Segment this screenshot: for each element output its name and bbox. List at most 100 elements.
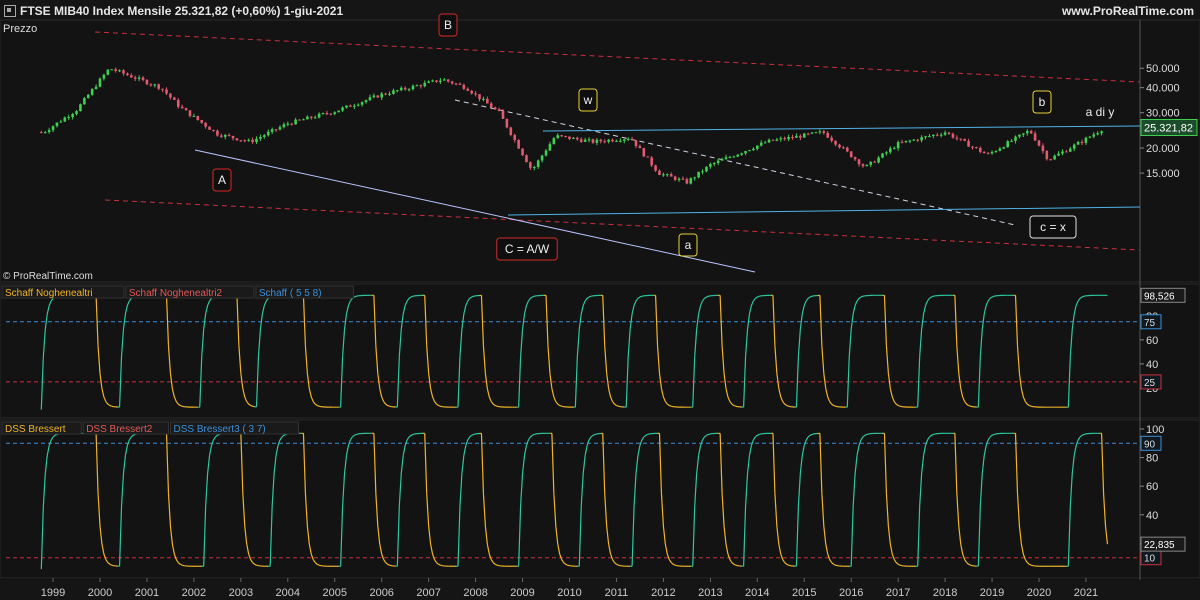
candle-body — [1100, 131, 1103, 134]
x-tick-label: 2011 — [605, 587, 629, 599]
candle-body — [779, 138, 783, 140]
annotation-label: c = x — [1040, 220, 1066, 234]
osc-segment — [647, 433, 650, 435]
candle-body — [1053, 155, 1056, 160]
x-tick-label: 2005 — [323, 587, 347, 599]
candle-body — [971, 146, 974, 148]
x-tick-label: 2012 — [651, 587, 675, 599]
candle-body — [658, 170, 661, 175]
candle-body — [321, 113, 325, 115]
osc-segment — [534, 433, 537, 435]
candle-body — [564, 135, 567, 137]
osc-y-tick-label: 40 — [1146, 510, 1158, 522]
candle-body — [677, 178, 681, 180]
x-tick-label: 2002 — [182, 587, 206, 599]
x-tick-label: 2003 — [229, 587, 253, 599]
candle-body — [396, 90, 399, 92]
candle-body — [834, 140, 837, 145]
osc-segment — [672, 563, 676, 566]
candle-body — [282, 124, 286, 128]
candle-body — [419, 85, 423, 87]
osc-level-label: 25 — [1144, 378, 1156, 389]
y-tick-label: 20.000 — [1146, 143, 1180, 155]
osc-segment — [594, 433, 598, 435]
candle-body — [709, 164, 712, 167]
candle-body — [900, 142, 904, 144]
osc-segment — [931, 433, 934, 436]
candle-body — [666, 174, 669, 176]
candle-body — [544, 150, 548, 156]
candle-body — [959, 138, 963, 140]
candle-body — [71, 114, 74, 117]
candle-body — [306, 116, 309, 120]
osc-segment — [494, 404, 498, 407]
osc-segment — [532, 433, 535, 436]
candle-body — [431, 80, 434, 82]
candle-body — [693, 177, 696, 179]
candle-body — [799, 135, 802, 138]
candle-body — [263, 135, 266, 137]
chart-canvas[interactable]: 1999 2000 2001 2002 2003 2004 2005 2006 2007 2008… — [0, 0, 1200, 600]
candle-body — [806, 133, 810, 135]
candle-body — [587, 139, 591, 141]
candle-body — [290, 123, 294, 125]
candle-body — [720, 159, 724, 161]
osc-segment — [811, 433, 815, 435]
candle-body — [830, 137, 833, 141]
candle-body — [298, 119, 301, 121]
candle-body — [133, 77, 137, 79]
candle-body — [55, 122, 59, 127]
candle-body — [165, 89, 168, 94]
candle-body — [576, 137, 579, 140]
x-tick-label: 1999 — [41, 587, 65, 599]
candle-body — [235, 138, 239, 141]
osc-segment — [809, 295, 813, 298]
osc-segment — [438, 563, 441, 566]
x-tick-label: 2001 — [135, 587, 159, 599]
candle-body — [470, 90, 473, 94]
candle-body — [748, 150, 751, 152]
candle-body — [360, 102, 364, 105]
y-tick-label: 40.000 — [1146, 83, 1180, 95]
candle-body — [102, 74, 106, 79]
candle-body — [294, 119, 297, 125]
candle-body — [247, 139, 250, 141]
candle-body — [943, 132, 947, 135]
osc-segment — [109, 404, 112, 407]
osc-segment — [833, 563, 836, 566]
osc-segment — [786, 563, 789, 566]
candle-body — [43, 132, 47, 134]
osc-legend-label: DSS Bressert3 ( 3 7) — [174, 424, 266, 435]
candle-body — [286, 123, 290, 125]
candle-body — [40, 132, 43, 134]
osc-segment — [1083, 433, 1087, 435]
x-tick-label: 2021 — [1074, 587, 1098, 599]
candle-body — [192, 115, 196, 117]
osc-segment — [354, 295, 357, 298]
osc-legend-label: Schaff Noghenealtri2 — [129, 288, 223, 299]
osc-last-value: 98,526 — [1144, 291, 1175, 302]
osc-y-tick-label: 100 — [1146, 424, 1164, 436]
candle-body — [337, 110, 340, 113]
candle-body — [376, 95, 380, 98]
candle-body — [1076, 141, 1080, 145]
candle-body — [982, 151, 986, 154]
candle-body — [591, 139, 595, 143]
osc-level-label: 75 — [1144, 318, 1156, 329]
annotation-label: a di y — [1086, 105, 1115, 119]
osc-segment — [438, 404, 441, 407]
candle-body — [219, 135, 223, 137]
candle-body — [920, 137, 923, 141]
osc-segment — [786, 404, 789, 407]
candle-body — [118, 70, 121, 72]
candle-body — [450, 81, 454, 84]
osc-segment — [592, 433, 596, 436]
candle-body — [697, 171, 700, 178]
osc-segment — [991, 433, 995, 436]
candle-body — [908, 140, 912, 142]
candle-body — [1061, 151, 1064, 154]
candle-body — [552, 138, 556, 145]
candle-body — [415, 85, 419, 87]
candle-body — [642, 148, 646, 157]
candle-body — [1002, 147, 1006, 149]
